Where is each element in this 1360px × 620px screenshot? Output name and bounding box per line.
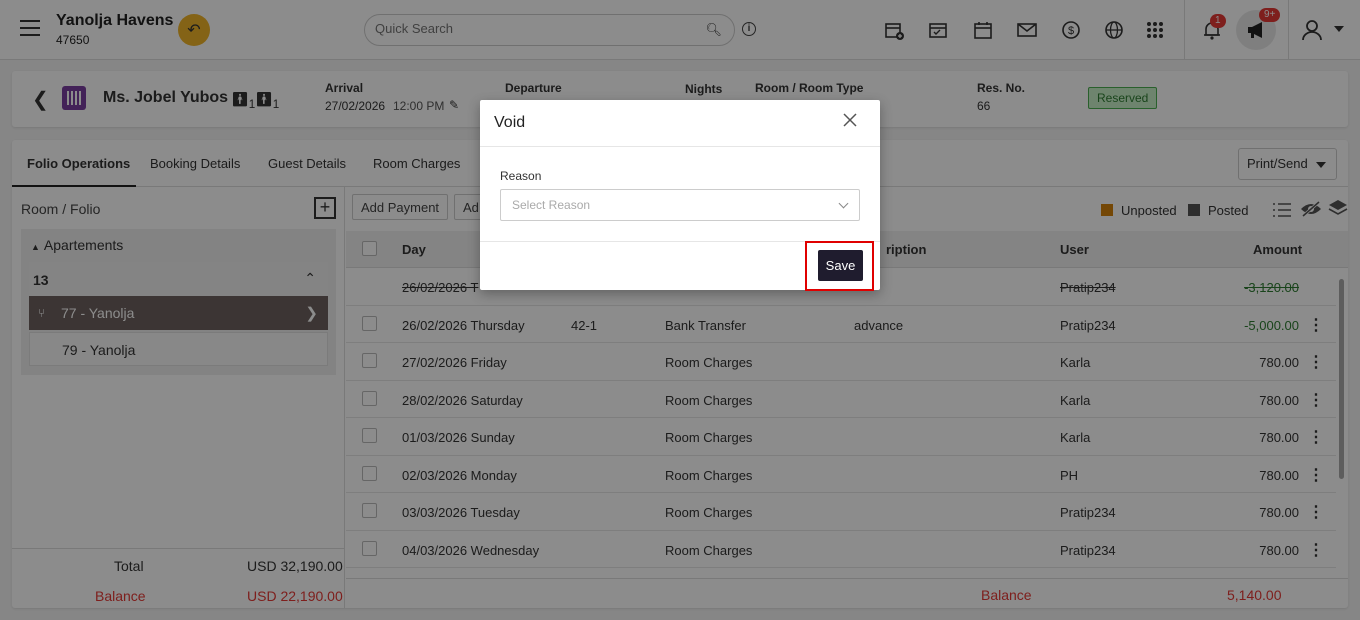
- save-button[interactable]: Save: [818, 250, 863, 281]
- reason-select[interactable]: Select Reason: [500, 189, 860, 221]
- void-dialog: Void Reason Select Reason Save: [480, 100, 880, 291]
- modal-overlay: [0, 0, 1360, 620]
- dialog-title: Void: [494, 114, 526, 131]
- chevron-down-icon: [838, 198, 849, 209]
- reason-placeholder: Select Reason: [512, 198, 591, 212]
- reason-label: Reason: [500, 169, 542, 183]
- divider: [480, 146, 880, 147]
- close-icon[interactable]: [842, 108, 858, 132]
